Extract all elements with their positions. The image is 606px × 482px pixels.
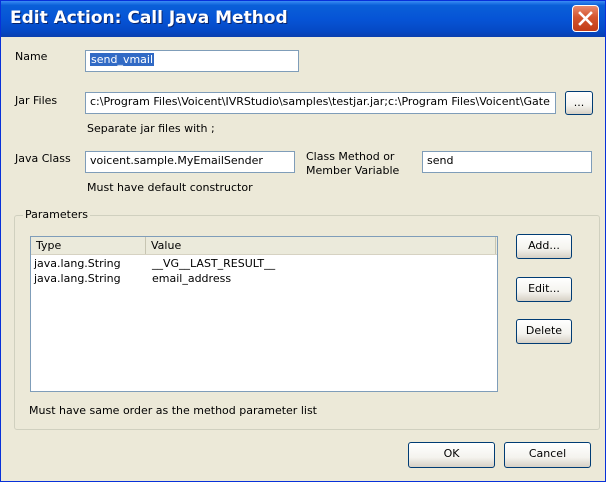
close-button[interactable]: [572, 5, 599, 32]
table-row[interactable]: java.lang.String email_address: [31, 271, 497, 286]
delete-parameter-button[interactable]: Delete: [516, 319, 572, 344]
browse-jar-button[interactable]: ...: [565, 91, 593, 115]
parameters-list[interactable]: Type Value java.lang.String __VG__LAST_R…: [30, 236, 498, 392]
row-type-cell: java.lang.String: [34, 272, 121, 285]
class-method-label-line2: Member Variable: [306, 164, 400, 177]
jar-files-hint: Separate jar files with ;: [87, 122, 215, 135]
name-value: send_vmail: [90, 53, 155, 66]
close-icon: [578, 11, 593, 26]
row-type-cell: java.lang.String: [34, 257, 121, 270]
table-row[interactable]: java.lang.String __VG__LAST_RESULT__: [31, 256, 497, 271]
column-header-type[interactable]: Type: [31, 237, 146, 254]
class-method-field[interactable]: send: [422, 151, 592, 173]
list-header: Type Value: [31, 237, 497, 255]
parameters-hint: Must have same order as the method param…: [29, 404, 317, 417]
java-class-field[interactable]: voicent.sample.MyEmailSender: [85, 151, 295, 173]
cancel-button[interactable]: Cancel: [504, 442, 591, 468]
add-parameter-button[interactable]: Add...: [516, 234, 572, 259]
title-bar[interactable]: Edit Action: Call Java Method: [1, 1, 605, 37]
ok-button[interactable]: OK: [408, 442, 495, 468]
java-class-hint: Must have default constructor: [87, 181, 253, 194]
edit-action-dialog: Edit Action: Call Java Method Name send_…: [0, 0, 606, 482]
name-field[interactable]: send_vmail: [85, 50, 299, 72]
row-value-cell: email_address: [152, 272, 232, 285]
class-method-label-line1: Class Method or: [306, 150, 395, 163]
dialog-title: Edit Action: Call Java Method: [10, 8, 288, 28]
name-label: Name: [15, 50, 48, 63]
java-class-label: Java Class: [15, 152, 71, 165]
jar-files-label: Jar Files: [15, 94, 58, 107]
jar-files-field[interactable]: c:\Program Files\Voicent\IVRStudio\sampl…: [85, 92, 556, 114]
edit-parameter-button[interactable]: Edit...: [516, 277, 572, 302]
parameters-group-title: Parameters: [23, 208, 90, 221]
column-header-value[interactable]: Value: [146, 237, 496, 254]
row-value-cell: __VG__LAST_RESULT__: [152, 257, 276, 270]
